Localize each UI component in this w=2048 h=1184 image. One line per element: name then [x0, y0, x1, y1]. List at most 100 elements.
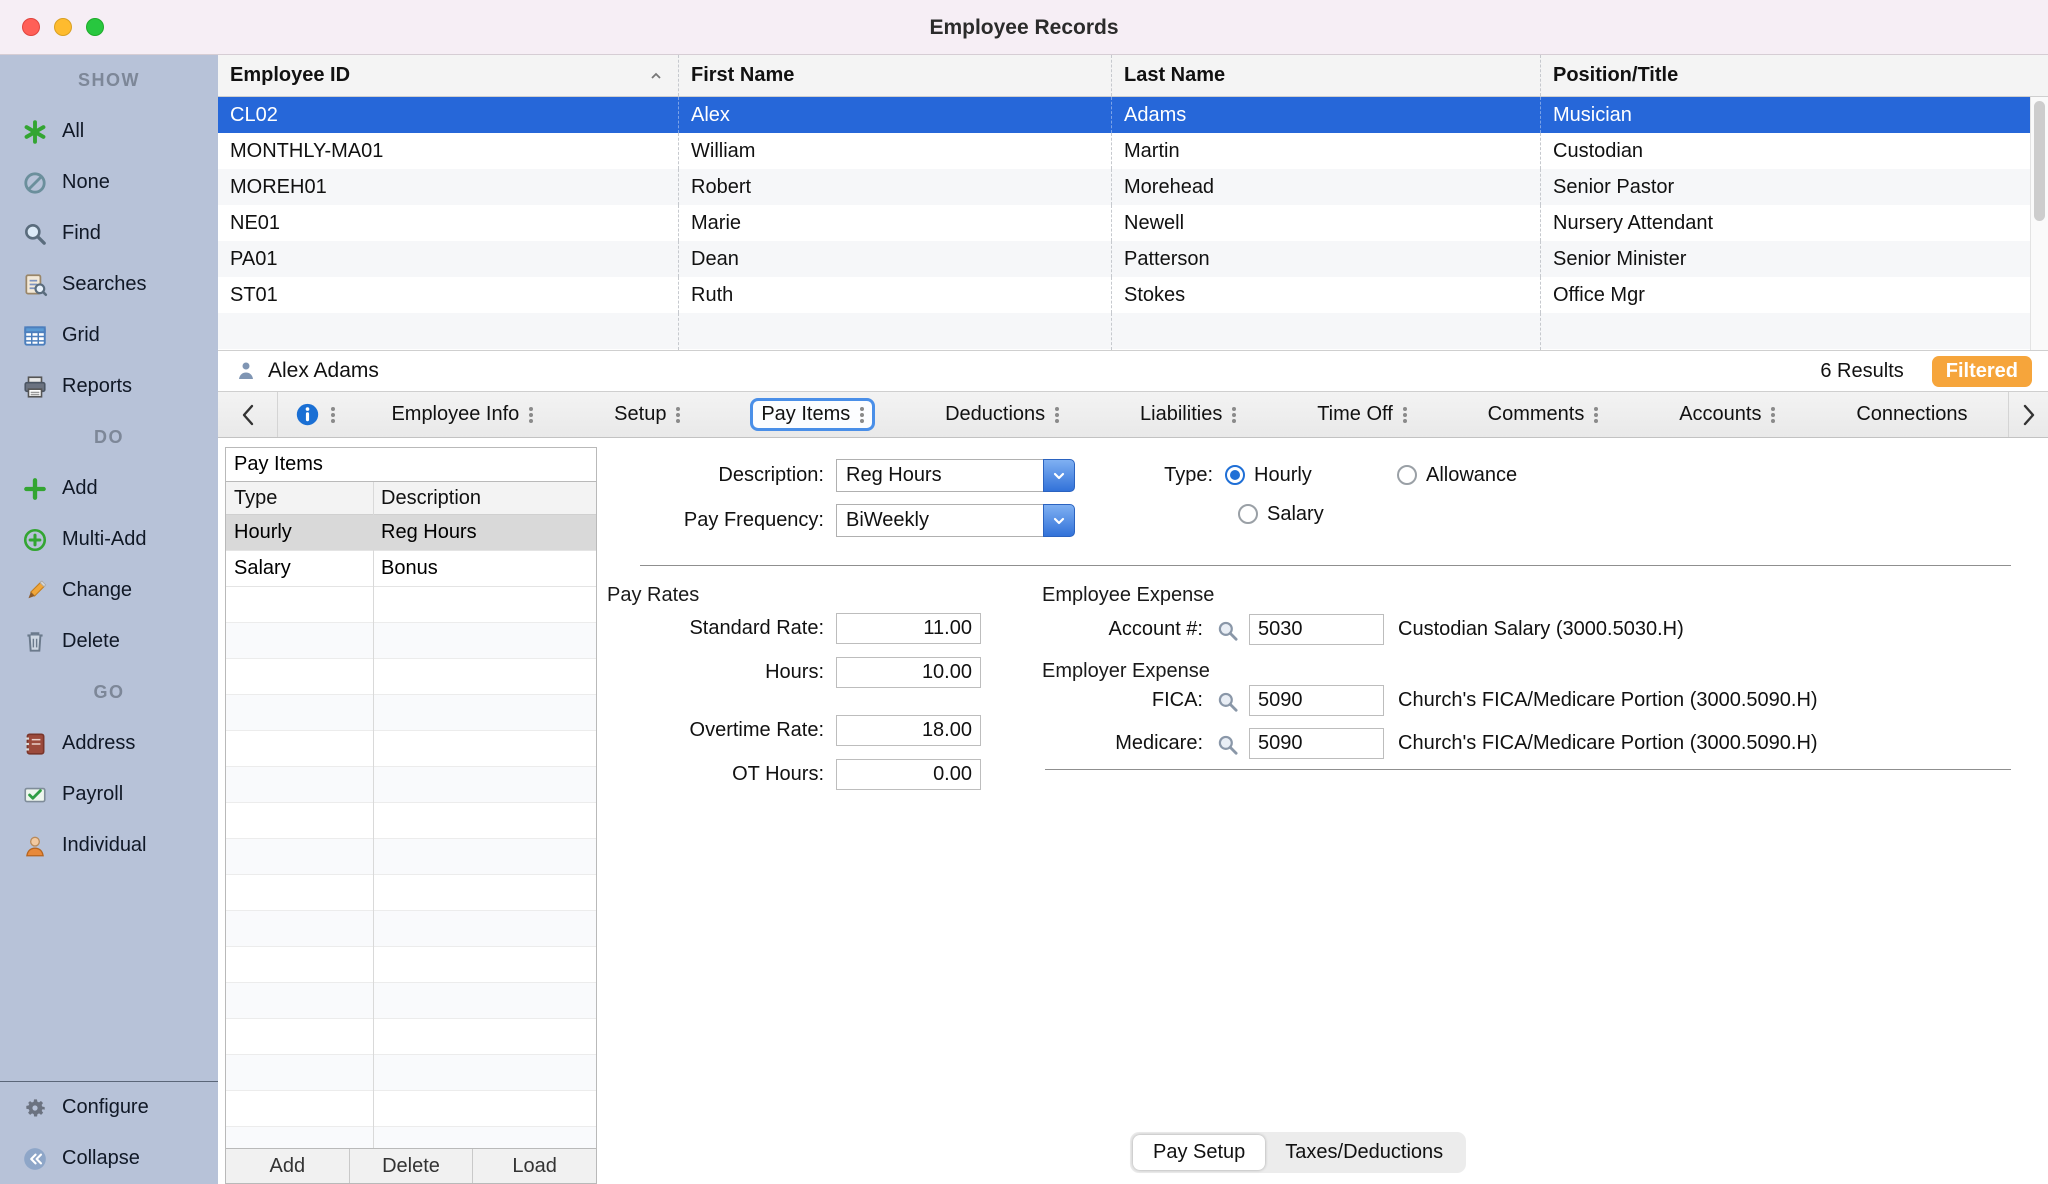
- sidebar-item-payroll[interactable]: Payroll: [0, 769, 218, 820]
- tab-comments[interactable]: Comments: [1477, 398, 1610, 431]
- sidebar-item-address[interactable]: Address: [0, 718, 218, 769]
- column-header-last-name[interactable]: Last Name: [1111, 55, 1540, 96]
- tab-time-off[interactable]: Time Off: [1306, 398, 1418, 431]
- column-header-position-title[interactable]: Position/Title: [1540, 55, 2048, 96]
- sidebar-item-collapse[interactable]: Collapse: [0, 1133, 218, 1184]
- fica-account-input[interactable]: [1249, 685, 1384, 716]
- sidebar: SHOW All None Find Searches Grid Reports…: [0, 55, 218, 1184]
- radio-salary[interactable]: Salary: [1238, 501, 1324, 527]
- info-icon: [294, 401, 321, 428]
- pay-items-column-divider: [373, 482, 374, 1148]
- sidebar-item-individual[interactable]: Individual: [0, 820, 218, 871]
- standard-rate-input[interactable]: [836, 613, 981, 644]
- table-header: Employee ID First Name Last Name Positio…: [218, 55, 2048, 97]
- radio-icon: [1397, 465, 1417, 485]
- radio-icon: [1238, 504, 1258, 524]
- printer-icon: [22, 374, 48, 400]
- tab-setup[interactable]: Setup: [603, 398, 691, 431]
- employee-records-window: Employee Records SHOW All None Find Sear…: [0, 0, 2048, 1184]
- sidebar-item-searches[interactable]: Searches: [0, 259, 218, 310]
- account-lookup-icon[interactable]: [1215, 617, 1241, 643]
- hours-input[interactable]: [836, 657, 981, 688]
- hours-row: Hours:: [518, 656, 981, 689]
- sidebar-item-all[interactable]: All: [0, 106, 218, 157]
- filtered-badge[interactable]: Filtered: [1932, 356, 2032, 387]
- tab-info[interactable]: [278, 392, 351, 437]
- tab-employee-info[interactable]: Employee Info: [380, 398, 544, 431]
- tab-deductions[interactable]: Deductions: [934, 398, 1070, 431]
- sidebar-item-change[interactable]: Change: [0, 565, 218, 616]
- pay-frequency-input[interactable]: [836, 504, 1043, 537]
- employee-table: Employee ID First Name Last Name Positio…: [218, 55, 2048, 350]
- add-pay-item-button[interactable]: Add: [226, 1149, 350, 1183]
- tab-menu-icon[interactable]: [331, 407, 335, 423]
- fica-note: Church's FICA/Medicare Portion (3000.509…: [1398, 689, 1818, 712]
- radio-allowance[interactable]: Allowance: [1397, 462, 1517, 488]
- description-input[interactable]: [836, 459, 1043, 492]
- tab-menu-icon[interactable]: [529, 407, 533, 423]
- overtime-rate-row: Overtime Rate:: [518, 714, 981, 747]
- delete-pay-item-button[interactable]: Delete: [350, 1149, 474, 1183]
- table-row[interactable]: PA01 Dean Patterson Senior Minister: [218, 241, 2048, 277]
- column-header-employee-id[interactable]: Employee ID: [218, 55, 678, 96]
- tab-menu-icon[interactable]: [1594, 407, 1598, 423]
- tab-menu-icon[interactable]: [676, 407, 680, 423]
- table-row[interactable]: MONTHLY-MA01 William Martin Custodian: [218, 133, 2048, 169]
- description-dropdown-button[interactable]: [1043, 459, 1075, 492]
- tab-menu-icon[interactable]: [1403, 407, 1407, 423]
- table-row[interactable]: MOREH01 Robert Morehead Senior Pastor: [218, 169, 2048, 205]
- results-count: 6 Results: [1820, 360, 1903, 383]
- sidebar-item-delete[interactable]: Delete: [0, 616, 218, 667]
- pay-frequency-combo: [836, 504, 1075, 537]
- medicare-account-input[interactable]: [1249, 728, 1384, 759]
- trash-icon: [22, 629, 48, 655]
- pay-setup-segmented-control: Pay Setup Taxes/Deductions: [1130, 1132, 1466, 1173]
- table-row-selected[interactable]: CL02 Alex Adams Musician: [218, 97, 2048, 133]
- ot-hours-input[interactable]: [836, 759, 981, 790]
- sort-ascending-icon: [648, 68, 664, 84]
- column-header-first-name[interactable]: First Name: [678, 55, 1111, 96]
- tab-menu-icon[interactable]: [860, 407, 864, 423]
- overtime-rate-input[interactable]: [836, 715, 981, 746]
- taxes-deductions-tab[interactable]: Taxes/Deductions: [1265, 1135, 1463, 1170]
- account-number-input[interactable]: [1249, 614, 1384, 645]
- load-pay-item-button[interactable]: Load: [473, 1149, 596, 1183]
- tab-menu-icon[interactable]: [1055, 407, 1059, 423]
- tabs-forward-button[interactable]: [2008, 392, 2048, 437]
- titlebar: Employee Records: [0, 0, 2048, 55]
- fica-lookup-icon[interactable]: [1215, 688, 1241, 714]
- pay-setup-tab[interactable]: Pay Setup: [1133, 1135, 1265, 1170]
- window-title: Employee Records: [0, 0, 2048, 55]
- pay-frequency-dropdown-button[interactable]: [1043, 504, 1075, 537]
- sidebar-item-multi-add[interactable]: Multi-Add: [0, 514, 218, 565]
- section-divider: [640, 565, 2011, 566]
- address-book-icon: [22, 731, 48, 757]
- tab-accounts[interactable]: Accounts: [1668, 398, 1786, 431]
- account-number-row: Account #: Custodian Salary (3000.5030.H…: [1045, 613, 1684, 646]
- medicare-lookup-icon[interactable]: [1215, 731, 1241, 757]
- tab-liabilities[interactable]: Liabilities: [1129, 398, 1247, 431]
- tabs: Employee Info Setup Pay Items Deductions…: [351, 392, 2008, 437]
- table-scrollbar[interactable]: [2030, 97, 2048, 350]
- tab-menu-icon[interactable]: [1232, 407, 1236, 423]
- sidebar-item-add[interactable]: Add: [0, 463, 218, 514]
- sidebar-footer: Configure Collapse: [0, 1081, 218, 1184]
- sidebar-item-reports[interactable]: Reports: [0, 361, 218, 412]
- tabs-back-button[interactable]: [218, 392, 278, 437]
- tab-pay-items[interactable]: Pay Items: [750, 398, 875, 431]
- tab-connections[interactable]: Connections: [1845, 398, 1978, 431]
- pay-items-panel: Pay Items Type Description Hourly Reg Ho…: [225, 447, 597, 1184]
- pay-items-list: Hourly Reg Hours Salary Bonus: [226, 515, 596, 1148]
- sidebar-item-configure[interactable]: Configure: [0, 1082, 218, 1133]
- radio-selected-icon: [1225, 465, 1245, 485]
- table-row[interactable]: ST01 Ruth Stokes Office Mgr: [218, 277, 2048, 313]
- pay-item-row[interactable]: Salary Bonus: [226, 551, 596, 587]
- tab-menu-icon[interactable]: [1771, 407, 1775, 423]
- table-row[interactable]: NE01 Marie Newell Nursery Attendant: [218, 205, 2048, 241]
- sidebar-item-find[interactable]: Find: [0, 208, 218, 259]
- sidebar-item-none[interactable]: None: [0, 157, 218, 208]
- sidebar-item-grid[interactable]: Grid: [0, 310, 218, 361]
- sidebar-section-go: GO: [0, 667, 218, 718]
- radio-hourly[interactable]: Hourly: [1225, 464, 1312, 487]
- asterisk-icon: [22, 119, 48, 145]
